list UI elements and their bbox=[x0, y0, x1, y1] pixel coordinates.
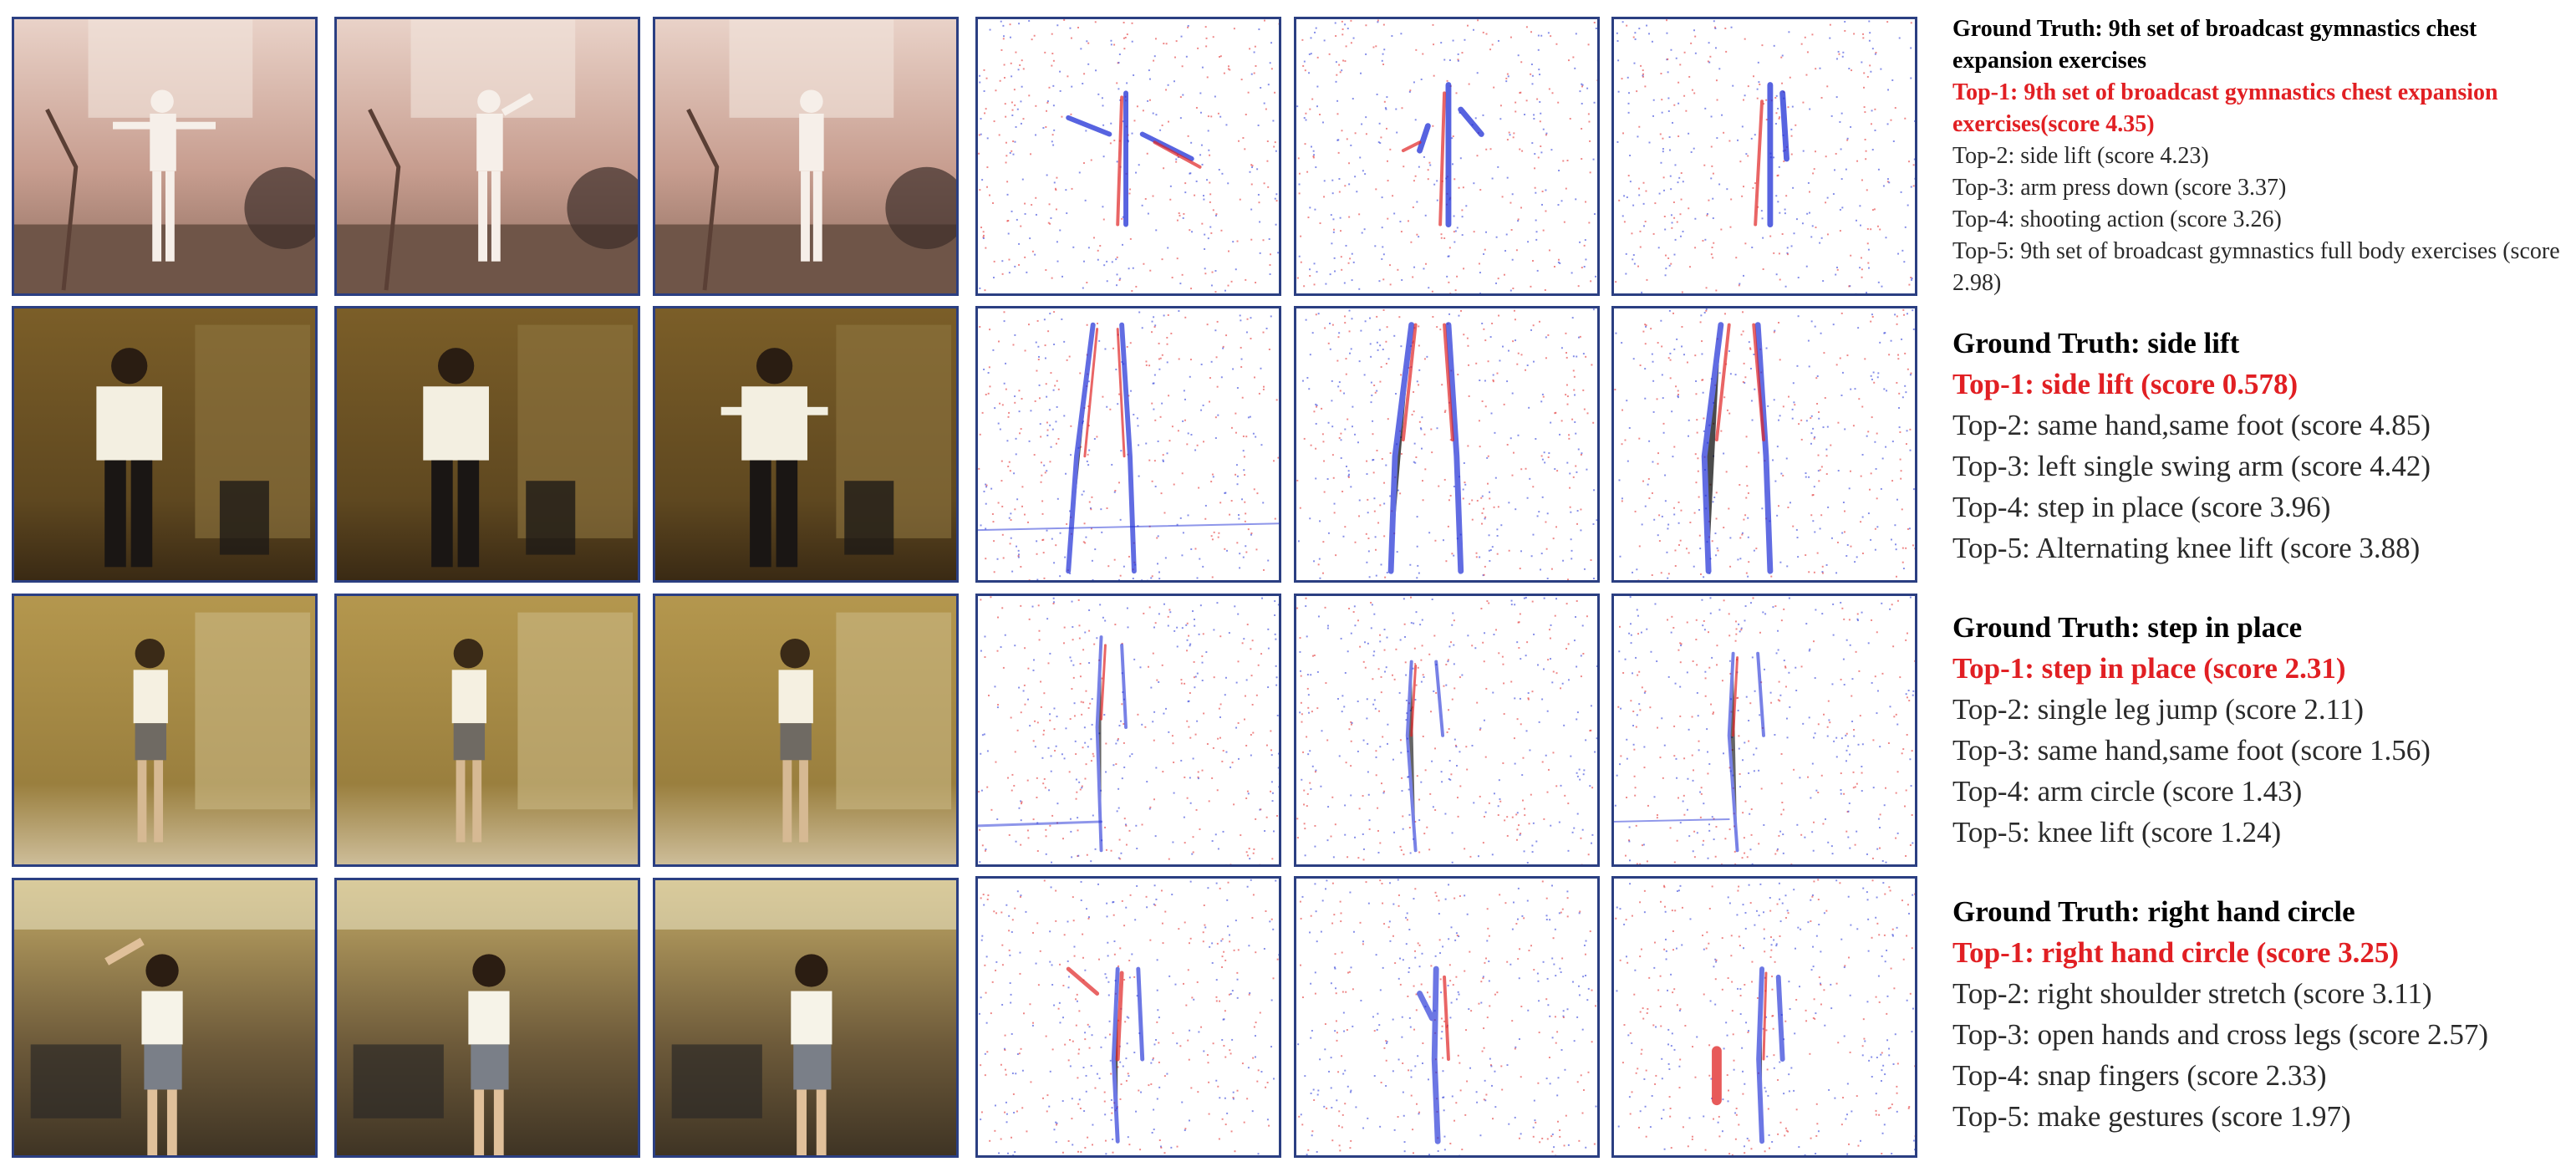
top2-prediction: Top-2: right shoulder stretch (score 3.1… bbox=[1952, 977, 2432, 1010]
rgb-frame-row1-col3 bbox=[653, 17, 959, 296]
ground-truth-label: Ground Truth: side lift bbox=[1952, 327, 2240, 359]
top5-prediction: Top-5: knee lift (score 1.24) bbox=[1952, 816, 2282, 848]
event-frame-row4-col2 bbox=[1294, 876, 1600, 1158]
prediction-block-row2: Ground Truth: side lift Top-1: side lift… bbox=[1952, 323, 2571, 568]
top5-prediction: Top-5: make gestures (score 1.97) bbox=[1952, 1100, 2351, 1133]
rgb-frame-row2-col3 bbox=[653, 306, 959, 583]
top3-prediction: Top-3: arm press down (score 3.37) bbox=[1952, 175, 2287, 201]
prediction-block-row4: Ground Truth: right hand circle Top-1: r… bbox=[1952, 891, 2571, 1137]
event-frame-row3-col1 bbox=[975, 594, 1281, 867]
event-frame-row4-col1 bbox=[975, 876, 1281, 1158]
rgb-frame-row2-col1 bbox=[12, 306, 318, 583]
event-frame-row2-col1 bbox=[975, 306, 1281, 583]
top4-prediction: Top-4: shooting action (score 3.26) bbox=[1952, 206, 2282, 232]
top1-prediction: Top-1: 9th set of broadcast gymnastics c… bbox=[1952, 79, 2498, 137]
top1-prediction: Top-1: side lift (score 0.578) bbox=[1952, 368, 2299, 400]
event-frame-row1-col2 bbox=[1294, 17, 1600, 296]
rgb-frame-row4-col3 bbox=[653, 878, 959, 1158]
top1-prediction: Top-1: right hand circle (score 3.25) bbox=[1952, 936, 2400, 969]
event-frame-row4-col3 bbox=[1611, 876, 1917, 1158]
rgb-frame-row3-col1 bbox=[12, 594, 318, 867]
event-frame-row1-col3 bbox=[1611, 17, 1917, 296]
ground-truth-label: Ground Truth: 9th set of broadcast gymna… bbox=[1952, 16, 2477, 74]
top5-prediction: Top-5: 9th set of broadcast gymnastics f… bbox=[1952, 238, 2560, 296]
event-frame-row2-col2 bbox=[1294, 306, 1600, 583]
top2-prediction: Top-2: same hand,same foot (score 4.85) bbox=[1952, 409, 2431, 441]
top1-prediction: Top-1: step in place (score 2.31) bbox=[1952, 652, 2346, 685]
top4-prediction: Top-4: step in place (score 3.96) bbox=[1952, 491, 2331, 523]
top3-prediction: Top-3: left single swing arm (score 4.42… bbox=[1952, 450, 2431, 482]
prediction-block-row1: Ground Truth: 9th set of broadcast gymna… bbox=[1952, 13, 2571, 299]
top4-prediction: Top-4: arm circle (score 1.43) bbox=[1952, 775, 2303, 808]
event-frame-row2-col3 bbox=[1611, 306, 1917, 583]
rgb-frame-row1-col2 bbox=[334, 17, 640, 296]
event-frame-row3-col2 bbox=[1294, 594, 1600, 867]
top5-prediction: Top-5: Alternating knee lift (score 3.88… bbox=[1952, 532, 2421, 564]
top3-prediction: Top-3: same hand,same foot (score 1.56) bbox=[1952, 734, 2431, 767]
rgb-frame-row3-col3 bbox=[653, 594, 959, 867]
rgb-frame-row1-col1 bbox=[12, 17, 318, 296]
ground-truth-label: Ground Truth: step in place bbox=[1952, 611, 2303, 644]
top3-prediction: Top-3: open hands and cross legs (score … bbox=[1952, 1018, 2489, 1051]
rgb-frame-row3-col2 bbox=[334, 594, 640, 867]
prediction-block-row3: Ground Truth: step in place Top-1: step … bbox=[1952, 607, 2571, 853]
rgb-frame-row4-col1 bbox=[12, 878, 318, 1158]
rgb-frame-row2-col2 bbox=[334, 306, 640, 583]
top4-prediction: Top-4: snap fingers (score 2.33) bbox=[1952, 1059, 2327, 1092]
rgb-frame-row4-col2 bbox=[334, 878, 640, 1158]
event-frame-row3-col3 bbox=[1611, 594, 1917, 867]
ground-truth-label: Ground Truth: right hand circle bbox=[1952, 895, 2355, 928]
event-frame-row1-col1 bbox=[975, 17, 1281, 296]
top2-prediction: Top-2: single leg jump (score 2.11) bbox=[1952, 693, 2364, 726]
top2-prediction: Top-2: side lift (score 4.23) bbox=[1952, 143, 2209, 169]
